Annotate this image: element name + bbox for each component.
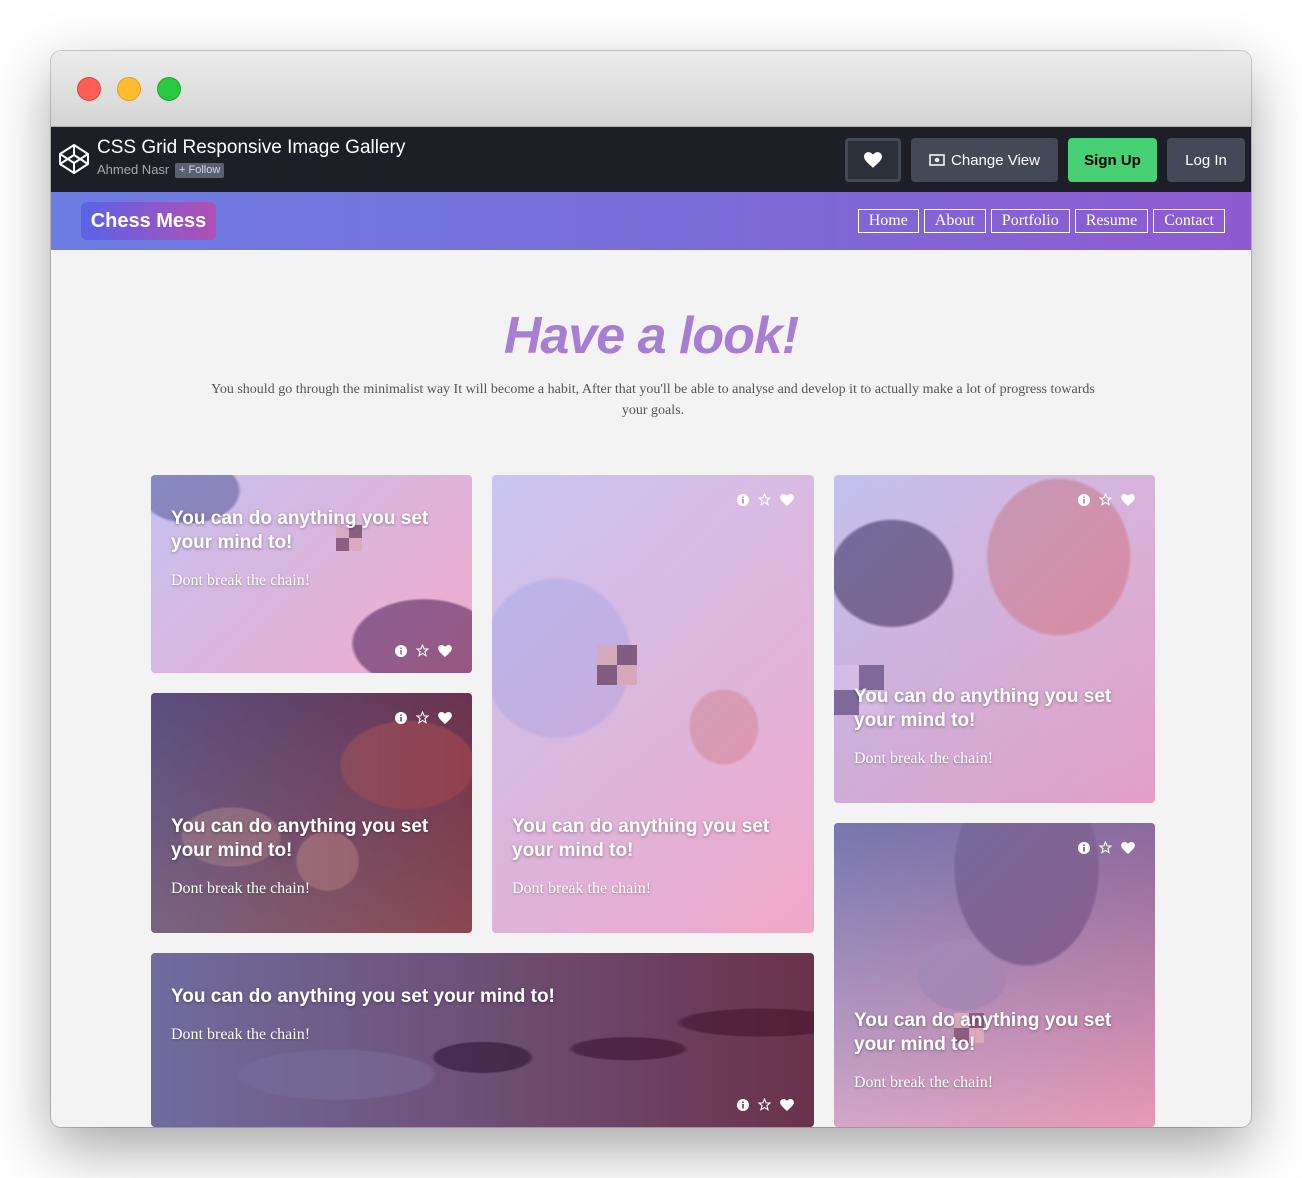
follow-button[interactable]: + Follow bbox=[175, 163, 225, 178]
site-navbar: Chess Mess Home About Portfolio Resume C… bbox=[51, 192, 1251, 250]
pen-title: CSS Grid Responsive Image Gallery bbox=[97, 137, 406, 158]
card-actions bbox=[737, 1098, 794, 1111]
log-in-button[interactable]: Log In bbox=[1167, 138, 1245, 182]
gallery-card[interactable]: You can do anything you set your mind to… bbox=[834, 823, 1155, 1127]
gallery-card[interactable]: You can do anything you set your mind to… bbox=[151, 693, 472, 933]
star-icon[interactable] bbox=[758, 1098, 771, 1111]
star-icon[interactable] bbox=[1099, 841, 1112, 854]
card-title: You can do anything you set your mind to… bbox=[854, 1010, 1112, 1055]
card-title: You can do anything you set your mind to… bbox=[171, 986, 555, 1007]
gallery-card[interactable]: You can do anything you set your mind to… bbox=[834, 475, 1155, 803]
info-icon[interactable] bbox=[395, 644, 407, 657]
follow-label: Follow bbox=[188, 164, 221, 176]
card-actions bbox=[1078, 841, 1135, 854]
card-title: You can do anything you set your mind to… bbox=[854, 686, 1112, 731]
hero-title: Have a look! bbox=[503, 307, 799, 365]
heart-icon[interactable] bbox=[438, 711, 452, 724]
heart-icon bbox=[864, 152, 882, 168]
card-subtitle: Dont break the chain! bbox=[171, 1026, 311, 1043]
codepen-logo-icon[interactable] bbox=[58, 143, 90, 175]
info-icon[interactable] bbox=[737, 1098, 749, 1111]
heart-icon[interactable] bbox=[1121, 841, 1135, 854]
card-title: You can do anything you set your mind to… bbox=[512, 816, 770, 861]
nav-contact[interactable]: Contact bbox=[1153, 209, 1225, 233]
card-subtitle: Dont break the chain! bbox=[854, 1074, 994, 1091]
star-icon[interactable] bbox=[1099, 493, 1112, 506]
card-actions bbox=[1078, 493, 1135, 506]
nav-links: Home About Portfolio Resume Contact bbox=[857, 209, 1225, 233]
plus-icon: + bbox=[179, 164, 186, 176]
card-subtitle: Dont break the chain! bbox=[171, 880, 311, 897]
card-subtitle: Dont break the chain! bbox=[854, 750, 994, 767]
card-actions bbox=[737, 493, 794, 506]
heart-icon[interactable] bbox=[780, 1098, 794, 1111]
gallery-card[interactable]: You can do anything you set your mind to… bbox=[151, 953, 814, 1127]
browser-window: CSS Grid Responsive Image Gallery Ahmed … bbox=[51, 51, 1251, 1127]
heart-icon[interactable] bbox=[438, 644, 452, 657]
info-icon[interactable] bbox=[1078, 493, 1090, 506]
info-icon[interactable] bbox=[1078, 841, 1090, 854]
codepen-header: CSS Grid Responsive Image Gallery Ahmed … bbox=[51, 127, 1251, 192]
change-view-button[interactable]: Change View bbox=[911, 138, 1058, 182]
star-icon[interactable] bbox=[758, 493, 771, 506]
gallery-card[interactable]: You can do anything you set your mind to… bbox=[151, 475, 472, 673]
gallery-card[interactable]: You can do anything you set your mind to… bbox=[492, 475, 814, 933]
card-title: You can do anything you set your mind to… bbox=[171, 508, 429, 553]
brand-logo[interactable]: Chess Mess bbox=[81, 202, 216, 240]
window-titlebar bbox=[51, 51, 1251, 127]
maximize-window-button[interactable] bbox=[157, 77, 181, 101]
nav-about[interactable]: About bbox=[923, 209, 986, 233]
card-title: You can do anything you set your mind to… bbox=[171, 816, 429, 861]
info-icon[interactable] bbox=[737, 493, 749, 506]
sign-up-button[interactable]: Sign Up bbox=[1068, 138, 1157, 182]
close-window-button[interactable] bbox=[77, 77, 101, 101]
nav-home[interactable]: Home bbox=[857, 209, 919, 233]
info-icon[interactable] bbox=[395, 711, 407, 724]
hero-subtitle: You should go through the minimalist way… bbox=[211, 382, 1095, 418]
view-layout-icon bbox=[929, 154, 945, 166]
heart-icon[interactable] bbox=[1121, 493, 1135, 506]
pen-author[interactable]: Ahmed Nasr bbox=[97, 162, 169, 177]
heart-icon[interactable] bbox=[780, 493, 794, 506]
card-actions bbox=[395, 711, 452, 724]
star-icon[interactable] bbox=[416, 711, 429, 724]
nav-portfolio[interactable]: Portfolio bbox=[990, 209, 1070, 233]
like-button[interactable] bbox=[845, 138, 901, 182]
card-subtitle: Dont break the chain! bbox=[512, 880, 652, 897]
star-icon[interactable] bbox=[416, 644, 429, 657]
minimize-window-button[interactable] bbox=[117, 77, 141, 101]
card-subtitle: Dont break the chain! bbox=[171, 572, 311, 589]
change-view-label: Change View bbox=[951, 151, 1040, 169]
nav-resume[interactable]: Resume bbox=[1074, 209, 1149, 233]
card-actions bbox=[395, 644, 452, 657]
